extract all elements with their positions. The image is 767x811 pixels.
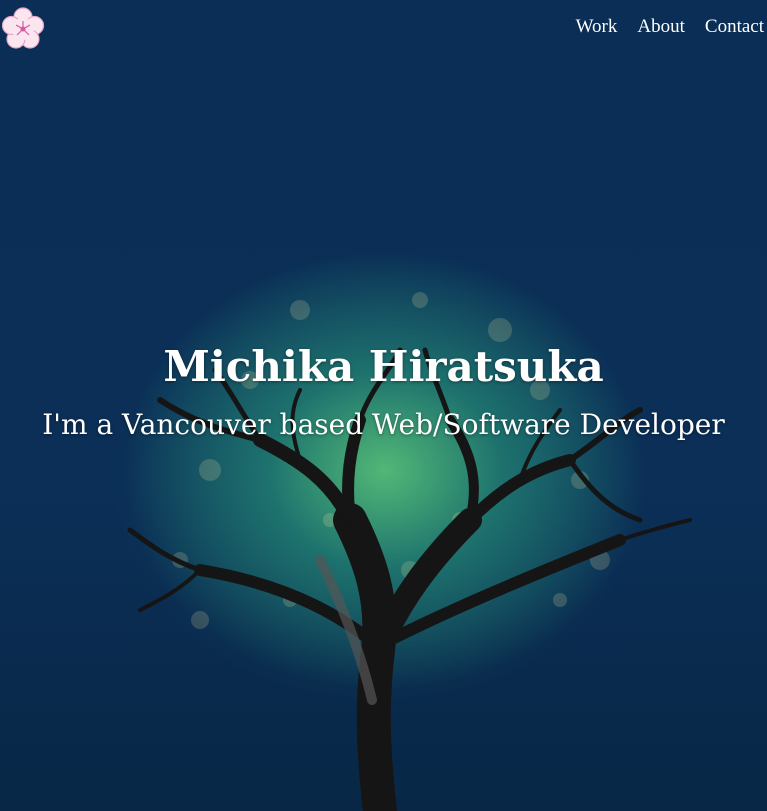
plum-blossom-icon[interactable] — [0, 6, 46, 52]
tree-illustration — [127, 292, 692, 811]
hero-tagline: I'm a Vancouver based Web/Software Devel… — [42, 408, 725, 441]
nav-contact-link[interactable]: Contact — [705, 16, 764, 38]
main-nav: Work About Contact — [576, 16, 764, 38]
nav-work-link[interactable]: Work — [576, 16, 618, 38]
nav-about-link[interactable]: About — [637, 16, 685, 38]
hero-name: Michika Hiratsuka — [163, 342, 604, 391]
hero-background — [0, 0, 767, 811]
